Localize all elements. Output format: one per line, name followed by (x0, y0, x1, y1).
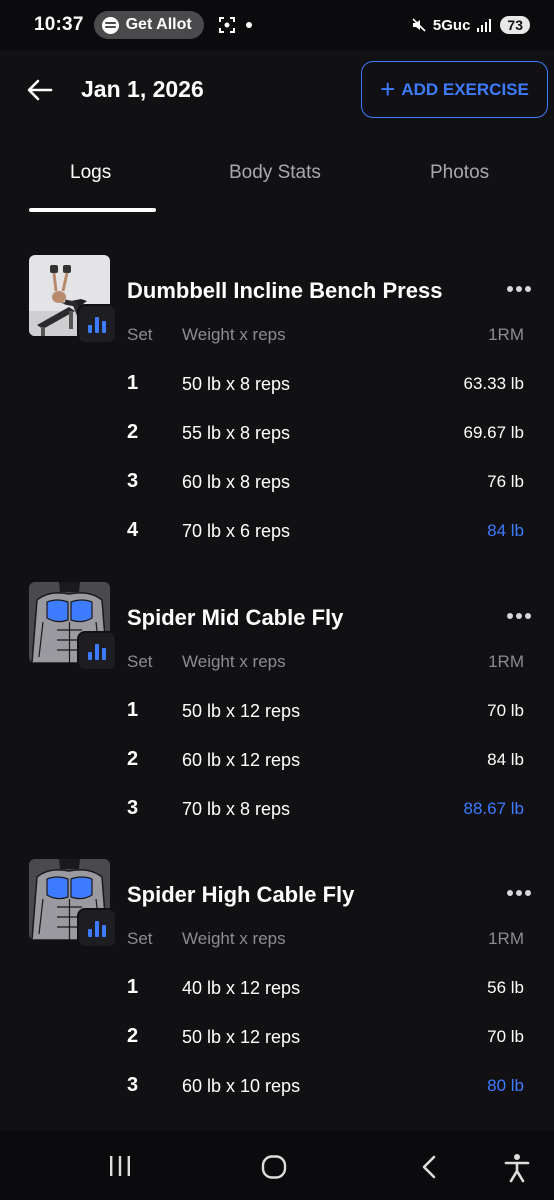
battery-indicator: 73 (500, 16, 530, 34)
set-weight-reps: 60 lb x 8 reps (182, 472, 291, 492)
set-row[interactable]: 1 40 lb x 12 reps 56 lb (0, 976, 554, 1006)
plus-icon: + (380, 73, 396, 104)
set-number: 3 (127, 1074, 139, 1096)
set-weight-reps: 70 lb x 6 reps (182, 521, 291, 541)
column-header-weight-reps: Weight x reps (182, 652, 286, 671)
set-number: 1 (127, 976, 139, 998)
workout-log-screen: 10:37 Get Allot 5Guc 73 Jan 1, 2026 + AD… (0, 0, 554, 1200)
exercise-title: Dumbbell Incline Bench Press (127, 278, 443, 303)
set-row[interactable]: 1 50 lb x 8 reps 63.33 lb (0, 372, 554, 402)
column-header-weight-reps: Weight x reps (182, 929, 286, 948)
set-weight-reps: 70 lb x 8 reps (182, 799, 291, 819)
recent-apps-icon[interactable] (107, 1155, 133, 1177)
exercise-title: Spider High Cable Fly (127, 882, 355, 907)
notification-pill[interactable]: Get Allot (93, 11, 204, 39)
set-one-rm-best: 88.67 lb (463, 799, 525, 818)
set-weight-reps: 50 lb x 12 reps (182, 701, 301, 721)
set-number: 2 (127, 748, 139, 770)
set-number: 2 (127, 1025, 139, 1047)
set-one-rm: 69.67 lb (463, 423, 525, 442)
set-one-rm: 76 lb (487, 472, 524, 491)
set-row[interactable]: 3 60 lb x 8 reps 76 lb (0, 470, 554, 500)
tab-logs[interactable]: Logs (70, 162, 111, 184)
stats-chart-icon[interactable] (77, 908, 117, 948)
back-nav-icon[interactable] (419, 1155, 439, 1179)
column-header-set: Set (127, 652, 153, 671)
set-row[interactable]: 4 70 lb x 6 reps 84 lb (0, 519, 554, 549)
notification-dot-icon (245, 22, 252, 28)
set-number: 1 (127, 372, 139, 394)
more-options-icon[interactable] (505, 279, 533, 299)
set-one-rm: 63.33 lb (463, 374, 525, 393)
back-arrow-icon[interactable] (26, 76, 54, 104)
set-number: 1 (127, 699, 139, 721)
more-options-icon[interactable] (505, 883, 533, 903)
set-row[interactable]: 2 60 lb x 12 reps 84 lb (0, 748, 554, 778)
set-one-rm-best: 84 lb (487, 521, 524, 540)
set-number: 2 (127, 421, 139, 443)
set-number: 3 (127, 470, 139, 492)
signal-icon (477, 19, 492, 32)
tab-body-stats[interactable]: Body Stats (229, 162, 321, 184)
set-row[interactable]: 3 70 lb x 8 reps 88.67 lb (0, 797, 554, 827)
set-row[interactable]: 3 60 lb x 10 reps 80 lb (0, 1074, 554, 1104)
set-weight-reps: 40 lb x 12 reps (182, 978, 301, 998)
status-time: 10:37 (34, 14, 84, 35)
network-label: 5Guc (432, 16, 471, 34)
add-exercise-label: ADD EXERCISE (401, 79, 529, 99)
set-one-rm: 56 lb (487, 978, 524, 997)
set-one-rm: 70 lb (487, 1027, 524, 1046)
column-header-1rm: 1RM (488, 929, 524, 948)
set-number: 3 (127, 797, 139, 819)
add-exercise-button[interactable]: + ADD EXERCISE (361, 61, 548, 118)
more-options-icon[interactable] (505, 606, 533, 626)
stats-chart-icon[interactable] (77, 304, 117, 344)
tab-photos[interactable]: Photos (430, 162, 489, 184)
column-header-set: Set (127, 325, 153, 344)
active-tab-indicator (29, 208, 156, 212)
set-weight-reps: 60 lb x 10 reps (182, 1076, 301, 1096)
exercise-title: Spider Mid Cable Fly (127, 605, 344, 630)
notification-pill-label: Get Allot (125, 16, 192, 33)
set-one-rm: 84 lb (487, 750, 524, 769)
mute-icon (412, 18, 426, 32)
set-row[interactable]: 1 50 lb x 12 reps 70 lb (0, 699, 554, 729)
set-row[interactable]: 2 50 lb x 12 reps 70 lb (0, 1025, 554, 1055)
set-weight-reps: 60 lb x 12 reps (182, 750, 301, 770)
tab-bar: Logs Body Stats Photos (0, 152, 554, 214)
status-bar: 10:37 Get Allot 5Guc 73 (0, 0, 554, 50)
set-one-rm-best: 80 lb (487, 1076, 524, 1095)
set-one-rm: 70 lb (487, 701, 524, 720)
spotify-icon (101, 16, 119, 34)
column-header-1rm: 1RM (488, 652, 524, 671)
set-weight-reps: 55 lb x 8 reps (182, 423, 291, 443)
set-row[interactable]: 2 55 lb x 8 reps 69.67 lb (0, 421, 554, 451)
set-weight-reps: 50 lb x 12 reps (182, 1027, 301, 1047)
page-title: Jan 1, 2026 (81, 76, 204, 102)
accessibility-icon[interactable] (504, 1153, 530, 1183)
home-icon[interactable] (261, 1155, 287, 1179)
screenshot-icon (218, 17, 235, 33)
stats-chart-icon[interactable] (77, 631, 117, 671)
set-weight-reps: 50 lb x 8 reps (182, 374, 291, 394)
set-number: 4 (127, 519, 139, 541)
column-header-weight-reps: Weight x reps (182, 325, 286, 344)
column-header-1rm: 1RM (488, 325, 524, 344)
app-header: Jan 1, 2026 + ADD EXERCISE (0, 58, 554, 122)
column-header-set: Set (127, 929, 153, 948)
status-indicators: 5Guc 73 (411, 16, 530, 34)
system-nav-bar (0, 1131, 554, 1200)
